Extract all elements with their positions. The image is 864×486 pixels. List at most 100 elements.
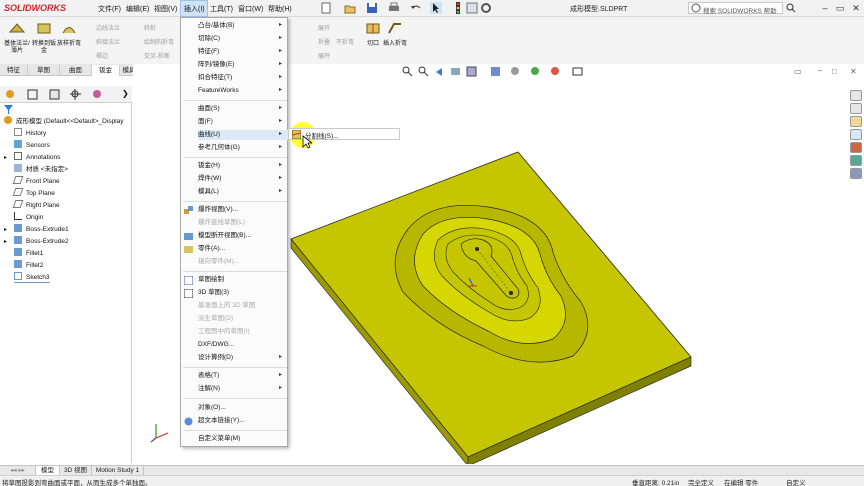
menu-insert[interactable]: 插入(I) [180, 0, 208, 17]
status-units[interactable]: 自定义 [786, 477, 806, 486]
tree-item-boss-extrude1[interactable]: Boss-Extrude1 [14, 224, 69, 235]
tab-surfaces[interactable]: 曲面 [60, 65, 92, 76]
open-icon[interactable] [344, 2, 356, 14]
menu-item-face[interactable]: 面(F) [198, 117, 213, 127]
view-settings-icon[interactable] [572, 66, 583, 77]
menu-window[interactable]: 窗口(W) [238, 4, 263, 14]
close-button[interactable]: ✕ [849, 2, 863, 14]
menu-item-weldments[interactable]: 焊件(W) [198, 174, 221, 184]
menu-item-design-study[interactable]: 设计算例(D) [198, 353, 233, 363]
sketched-bend-button[interactable]: 转折 [144, 23, 156, 32]
hem-button[interactable]: 褶边 [96, 51, 108, 60]
configuration-manager-icon[interactable] [49, 89, 60, 100]
menu-item-fastening-feature[interactable]: 扣合特征(T) [198, 73, 232, 83]
file-explorer-icon[interactable] [850, 129, 862, 140]
menu-item-curve[interactable]: 曲线(U) [198, 130, 288, 140]
new-icon[interactable] [320, 2, 332, 14]
menu-item-customize-menu[interactable]: 自定义菜单(M) [198, 434, 240, 444]
help-search-input[interactable]: 搜索 SOLIDWORKS 帮助 [688, 2, 783, 15]
filter-icon[interactable] [4, 105, 13, 114]
tree-item-origin[interactable]: Origin [14, 212, 43, 223]
expand-arrow-icon[interactable]: ▸ [4, 226, 7, 233]
jog-button[interactable]: 绘制的折弯 [144, 37, 174, 46]
menu-view[interactable]: 视图(V) [154, 4, 177, 14]
expand-arrow-icon[interactable]: ▸ [4, 154, 7, 161]
tab-sketch[interactable]: 草图 [28, 65, 60, 76]
convert-sheet-button[interactable]: 转换到钣金 [31, 20, 57, 55]
save-icon[interactable] [366, 2, 378, 14]
cross-break-button[interactable]: 交叉-折断 [144, 51, 170, 60]
restore-button[interactable]: ▭ [833, 2, 847, 14]
viewport-maximize-icon[interactable]: □ [832, 67, 837, 76]
feature-manager-icon[interactable] [5, 89, 16, 100]
previous-view-icon[interactable] [434, 66, 445, 77]
tree-item-boss-extrude2[interactable]: Boss-Extrude2 [14, 236, 69, 247]
menu-item-3d-sketch[interactable]: 3D 草图(3) [198, 288, 229, 298]
miter-flange-button[interactable]: 斜接法兰 [96, 37, 120, 46]
menu-item-boss-base[interactable]: 凸台/基体(B) [198, 21, 234, 31]
fold-button[interactable]: 折叠 [318, 37, 330, 46]
rebuild-icon[interactable] [466, 2, 478, 14]
panel-chevron-icon[interactable]: ❯ [122, 89, 129, 98]
no-bends-button[interactable]: 不折弯 [336, 37, 354, 46]
undo-icon[interactable] [410, 2, 422, 14]
dimxpert-icon[interactable] [70, 89, 81, 100]
menu-item-reference-geometry[interactable]: 参考几何体(G) [198, 143, 240, 153]
tree-item-top-plane[interactable]: Top Plane [12, 188, 55, 199]
menu-item-model-break-view[interactable]: 模型断开视图(B)... [198, 231, 251, 241]
menu-item-pattern-mirror[interactable]: 阵列/镜像(E) [198, 60, 234, 70]
tree-root[interactable]: 成形模型 (Default<<Default>_Display [4, 116, 123, 127]
menu-help[interactable]: 帮助(H) [268, 4, 292, 14]
custom-properties-icon[interactable] [850, 168, 862, 179]
menu-item-sheet-metal[interactable]: 钣金(H) [198, 161, 220, 171]
zoom-fit-icon[interactable] [402, 66, 413, 77]
tree-item-history[interactable]: History [14, 128, 46, 139]
menu-file[interactable]: 文件(F) [98, 4, 121, 14]
menu-item-tables[interactable]: 表格(T) [198, 371, 219, 381]
tree-item-fillet2[interactable]: Fillet2 [14, 260, 43, 271]
unfold-button[interactable]: 展开 [318, 23, 330, 32]
menu-item-annotations[interactable]: 注解(N) [198, 384, 220, 394]
display-manager-icon[interactable] [92, 89, 103, 100]
tree-item-sensors[interactable]: Sensors [14, 140, 50, 151]
menu-item-features[interactable]: 特征(F) [198, 47, 219, 57]
menu-tools[interactable]: 工具(T) [210, 4, 233, 14]
tree-item-fillet1[interactable]: Fillet1 [14, 248, 43, 259]
menu-item-dxf-dwg[interactable]: DXF/DWG... [198, 340, 234, 350]
display-style-icon[interactable] [490, 66, 501, 77]
menu-edit[interactable]: 编辑(E) [126, 4, 149, 14]
options-gear-icon[interactable] [480, 2, 492, 14]
design-library-icon[interactable] [850, 116, 862, 127]
section-view-icon[interactable] [450, 66, 461, 77]
tree-item-annotations[interactable]: Annotations [14, 152, 60, 163]
appearances-icon[interactable] [850, 155, 862, 166]
menu-item-featureworks[interactable]: FeatureWorks [198, 86, 239, 96]
insert-bends-button[interactable]: 插入折弯 [382, 20, 408, 48]
base-flange-button[interactable]: 基体法兰/薄片 [4, 20, 30, 55]
property-manager-icon[interactable] [27, 89, 38, 100]
viewport-minimize-icon[interactable]: – [818, 66, 822, 75]
view-palette-icon[interactable] [850, 142, 862, 153]
hide-show-icon[interactable] [510, 66, 521, 77]
menu-item-exploded-view[interactable]: 爆炸视图(V)... [198, 205, 238, 215]
tree-item-material[interactable]: 材质 <未指定> [14, 164, 68, 175]
tree-item-front-plane[interactable]: Front Plane [12, 176, 60, 187]
expand-arrow-icon[interactable]: ▸ [4, 238, 7, 245]
edge-flange-button[interactable]: 边线法兰 [96, 23, 120, 32]
viewport-restore-icon[interactable]: ▭ [794, 67, 802, 76]
menu-item-part[interactable]: 零件(A)... [198, 244, 225, 254]
menu-item-molds[interactable]: 模具(L) [198, 187, 219, 197]
viewport-close-icon[interactable]: ✕ [850, 67, 857, 76]
tab-features[interactable]: 特征 [0, 65, 28, 76]
search-icon[interactable] [786, 3, 796, 13]
traffic-light-icon[interactable] [452, 2, 464, 14]
lofted-bend-button[interactable]: 放样折弯 [56, 20, 82, 48]
tree-item-right-plane[interactable]: Right Plane [12, 200, 60, 211]
select-arrow-icon[interactable] [430, 2, 442, 14]
menu-item-sketch[interactable]: 草图绘制 [198, 275, 224, 285]
print-icon[interactable] [388, 2, 400, 14]
flatten-button[interactable]: 展开 [318, 51, 330, 60]
resources-icon[interactable] [850, 103, 862, 114]
zoom-area-icon[interactable] [418, 66, 429, 77]
menu-item-surface[interactable]: 曲面(S) [198, 104, 220, 114]
